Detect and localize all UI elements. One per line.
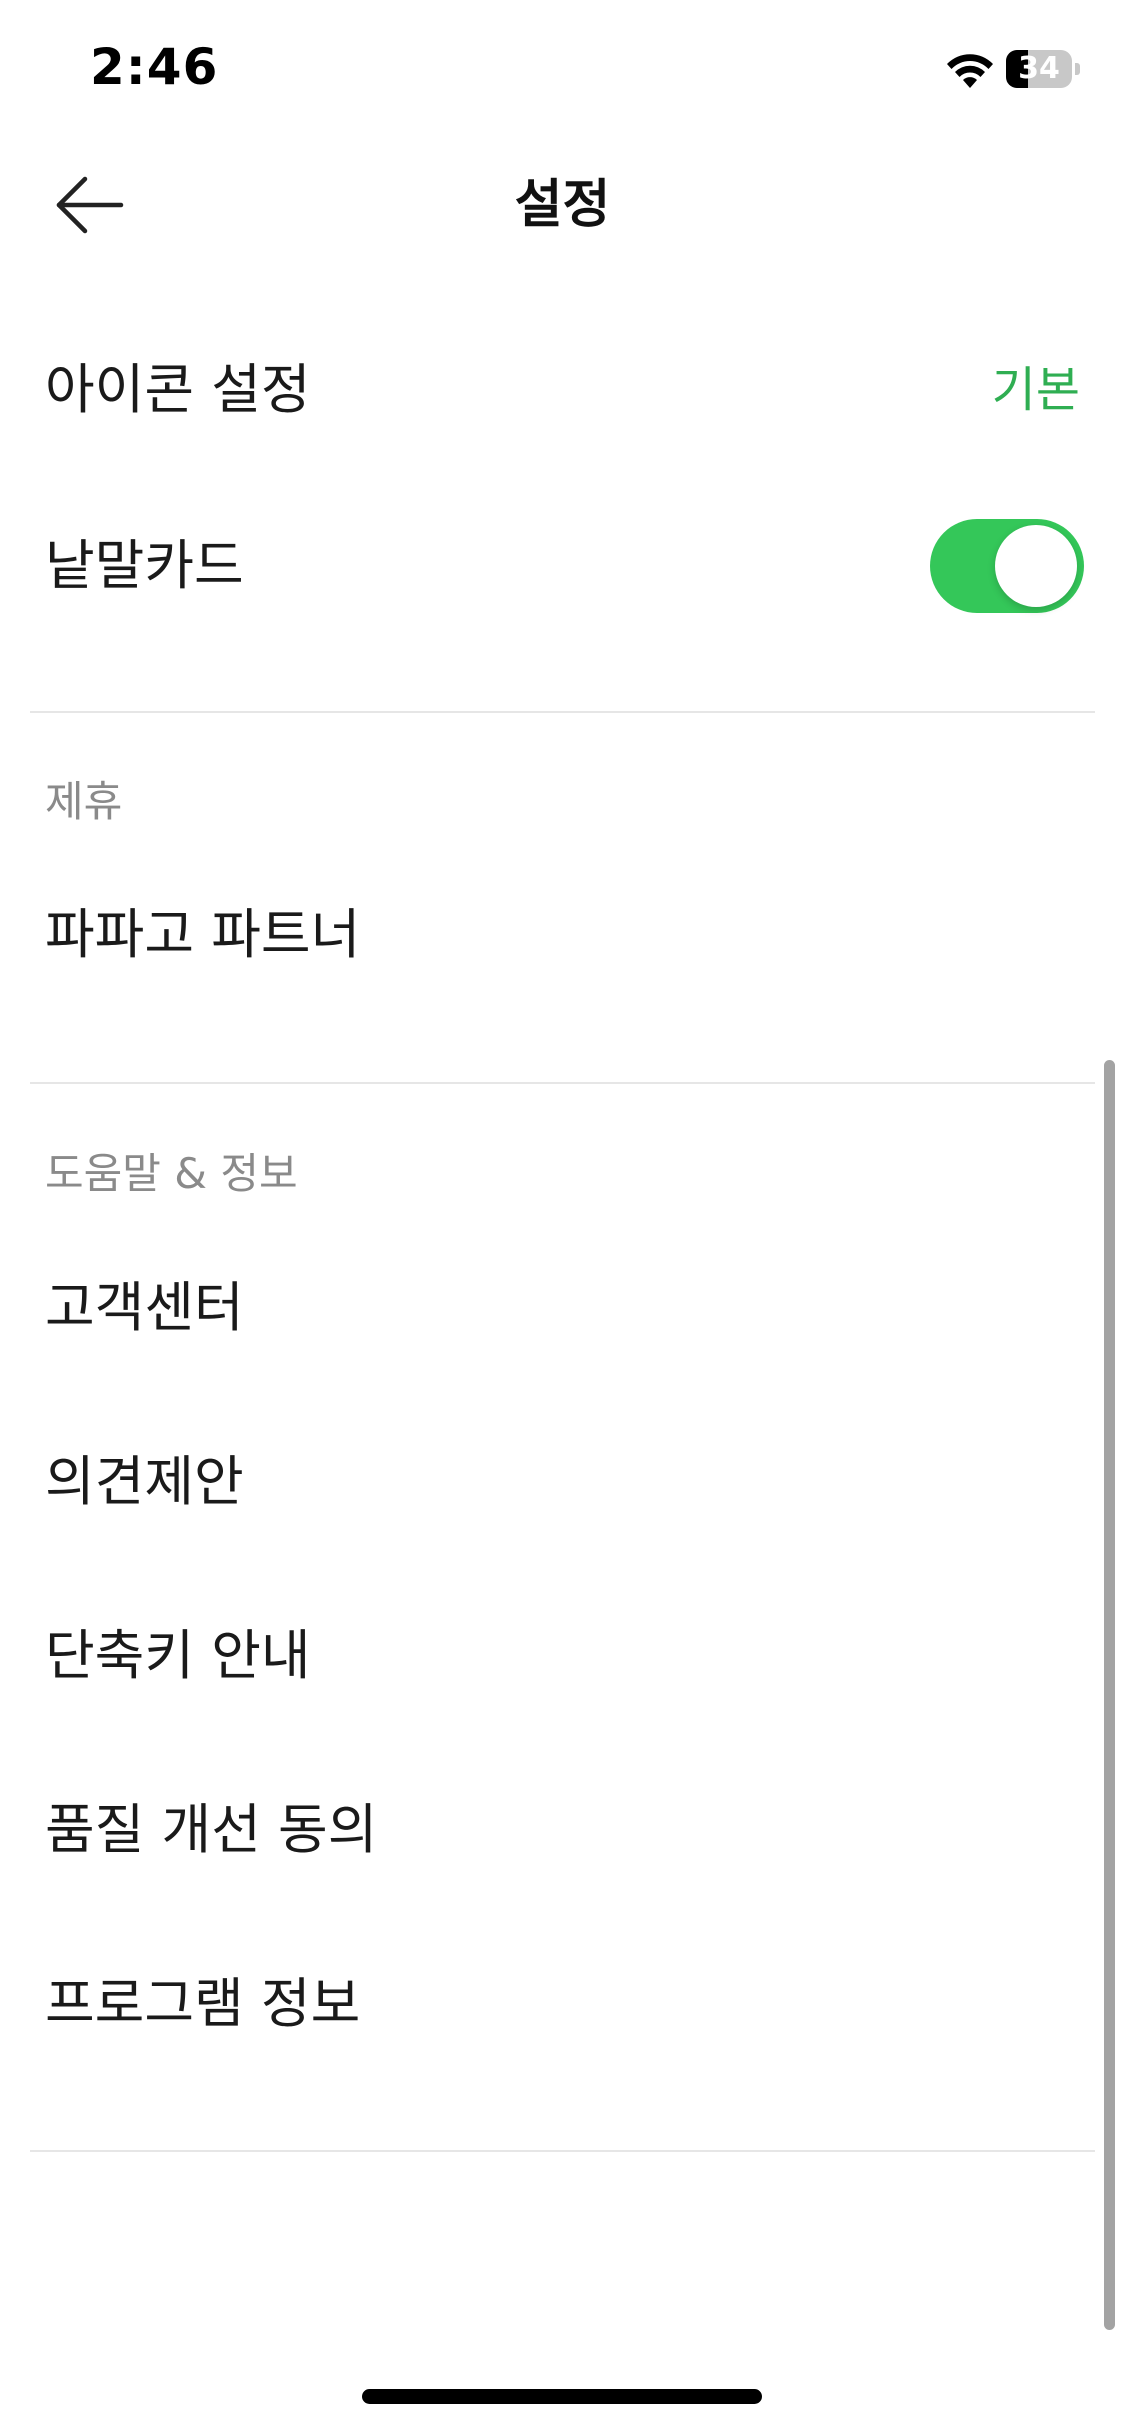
list-item-customer-center[interactable]: 고객센터 [0,1228,1110,1388]
section-header-help: 도움말 & 정보 [45,1149,298,1198]
wifi-icon [947,54,993,88]
page-title: 설정 [514,175,611,235]
divider [30,2150,1095,2152]
home-indicator[interactable] [362,2389,762,2404]
battery-icon: 34 [1006,50,1080,88]
status-bar: 2:46 34 [0,0,1125,135]
word-card-label: 낱말카드 [45,534,244,597]
battery-level: 34 [1018,51,1060,86]
section-header-partnership: 제휴 [45,777,123,826]
arrow-left-icon [56,176,124,234]
back-button[interactable] [45,170,135,240]
icon-setting-value: 기본 [991,362,1080,418]
list-item-papago-partner[interactable]: 파파고 파트너 [0,855,1110,1015]
list-item-label: 파파고 파트너 [45,903,361,966]
toggle-knob [995,525,1077,607]
word-card-row: 낱말카드 [0,486,1110,646]
icon-setting-label: 아이콘 설정 [45,358,311,421]
battery-body: 34 [1006,50,1072,88]
battery-cap [1075,63,1080,75]
list-item-label: 단축키 안내 [45,1624,311,1687]
word-card-toggle[interactable] [930,519,1084,613]
list-item-feedback[interactable]: 의견제안 [0,1402,1110,1562]
list-item-label: 고객센터 [45,1276,244,1339]
icon-setting-row[interactable]: 아이콘 설정 기본 [0,310,1110,470]
list-item-label: 프로그램 정보 [45,1972,361,2035]
scrollbar[interactable] [1104,1060,1115,2330]
settings-screen: 2:46 34 설정 아이콘 설정 기본 낱말카드 제휴 파파고 파트너 도움말… [0,0,1125,2436]
list-item-shortcuts[interactable]: 단축키 안내 [0,1576,1110,1736]
divider [30,711,1095,713]
divider [30,1082,1095,1084]
status-time: 2:46 [90,38,219,96]
nav-bar: 설정 [0,150,1125,260]
list-item-program-info[interactable]: 프로그램 정보 [0,1924,1110,2084]
list-item-label: 품질 개선 동의 [45,1798,378,1861]
list-item-label: 의견제안 [45,1450,244,1513]
list-item-quality-consent[interactable]: 품질 개선 동의 [0,1750,1110,1910]
